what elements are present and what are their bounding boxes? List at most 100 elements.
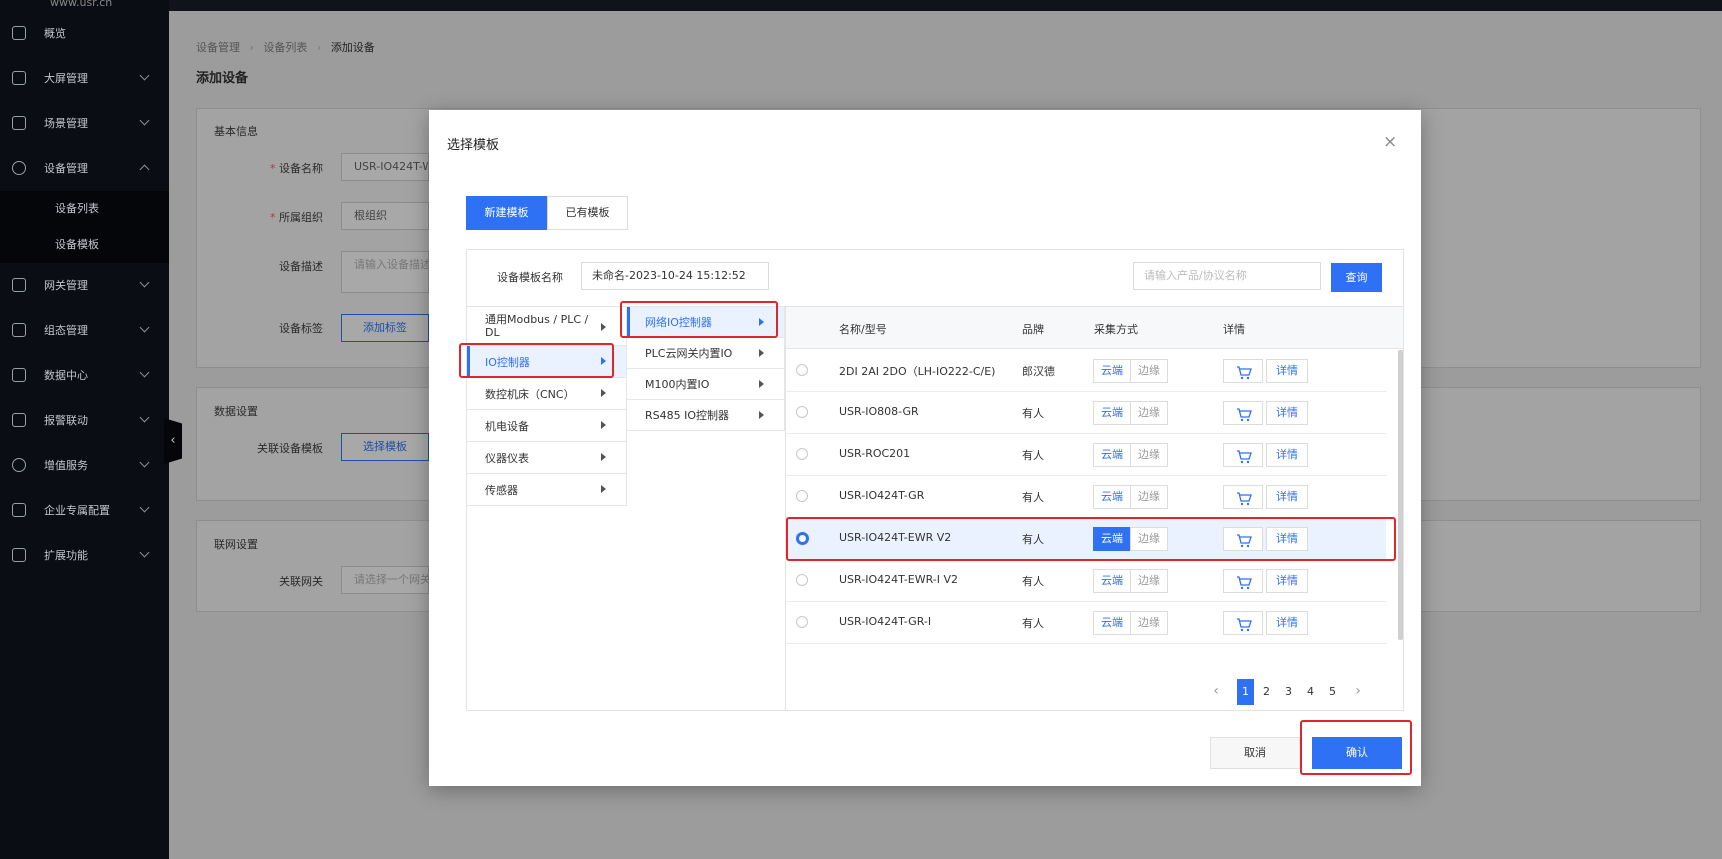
cloud-option[interactable]: 云端 [1093, 485, 1131, 509]
breadcrumb: 设备管理 › 设备列表 › 添加设备 [196, 39, 375, 55]
next-page-button[interactable]: › [1350, 679, 1366, 705]
category-item[interactable]: 通用Modbus / PLC / DL [467, 307, 627, 346]
sidebar-item-label: 数据中心 [44, 369, 88, 382]
table-row[interactable]: USR-IO424T-GR 有人 云端 边缘 详情 [786, 476, 1386, 518]
edge-option[interactable]: 边缘 [1130, 569, 1168, 593]
detail-button[interactable]: 详情 [1266, 443, 1308, 467]
page-button[interactable]: 3 [1280, 679, 1297, 705]
subcategory-item[interactable]: M100内置IO [627, 369, 785, 400]
breadcrumb-separator: › [249, 41, 254, 54]
table-row[interactable]: 2DI 2AI 2DO（LH-IO222-C/E) 郎汉德 云端 边缘 详情 [786, 350, 1386, 392]
cart-button[interactable] [1223, 443, 1263, 467]
cart-button[interactable] [1223, 611, 1263, 635]
tab-new-template[interactable]: 新建模板 [466, 196, 547, 230]
category-item[interactable]: 机电设备 [467, 410, 627, 442]
cart-button[interactable] [1223, 359, 1263, 383]
cloud-option[interactable]: 云端 [1093, 611, 1131, 635]
cloud-option[interactable]: 云端 [1093, 359, 1131, 383]
section-title: 数据设置 [214, 405, 258, 418]
table-scrollbar[interactable] [1398, 350, 1403, 640]
sidebar-item-label: 扩展功能 [44, 549, 88, 562]
sidebar-subitem-device-list[interactable]: 设备列表 [0, 191, 169, 227]
cart-button[interactable] [1223, 569, 1263, 593]
device-desc-textarea[interactable]: 请输入设备描述 [341, 251, 429, 293]
desc-label: 设备描述 [279, 260, 323, 273]
category-item[interactable]: 传感器 [467, 474, 627, 506]
sidebar-collapse-toggle[interactable]: ‹ [164, 418, 182, 464]
overview-icon [12, 26, 26, 40]
tab-existing-template[interactable]: 已有模板 [547, 196, 628, 230]
sidebar-item-gateway[interactable]: 网关管理 [0, 263, 169, 307]
cart-button[interactable] [1223, 401, 1263, 425]
required-mark: * [270, 211, 276, 224]
sidebar-item-configuration[interactable]: 组态管理 [0, 308, 169, 352]
sidebar-item-value-added[interactable]: 增值服务 [0, 443, 169, 487]
edge-option[interactable]: 边缘 [1130, 401, 1168, 425]
tag-label: 设备标签 [279, 322, 323, 335]
table-row[interactable]: USR-IO424T-GR-I 有人 云端 边缘 详情 [786, 602, 1386, 644]
row-radio[interactable] [796, 574, 808, 586]
sidebar-item-device[interactable]: 设备管理 [0, 146, 169, 190]
select-template-button[interactable]: 选择模板 [341, 433, 429, 461]
sidebar-item-scene[interactable]: 场景管理 [0, 101, 169, 145]
sidebar-item-label: 增值服务 [44, 459, 88, 472]
sidebar-item-enterprise[interactable]: 企业专属配置 [0, 488, 169, 532]
close-icon[interactable]: × [1383, 132, 1397, 152]
column-header-name: 名称/型号 [839, 323, 887, 336]
add-tag-button[interactable]: 添加标签 [341, 314, 429, 342]
detail-button[interactable]: 详情 [1266, 611, 1308, 635]
edge-option[interactable]: 边缘 [1130, 359, 1168, 383]
sidebar-subitem-device-template[interactable]: 设备模板 [0, 227, 169, 263]
sidebar-item-data-center[interactable]: 数据中心 [0, 353, 169, 397]
subcategory-label: M100内置IO [645, 378, 710, 391]
sidebar-item-screen[interactable]: 大屏管理 [0, 56, 169, 100]
gateway-select[interactable]: 请选择一个网关 [341, 566, 429, 594]
edge-option[interactable]: 边缘 [1130, 611, 1168, 635]
coin-icon [12, 458, 26, 472]
detail-button[interactable]: 详情 [1266, 359, 1308, 383]
edge-option[interactable]: 边缘 [1130, 485, 1168, 509]
template-name-input[interactable]: 未命名-2023-10-24 15:12:52 [581, 262, 769, 290]
category-item[interactable]: 仪器仪表 [467, 442, 627, 474]
cloud-option[interactable]: 云端 [1093, 401, 1131, 425]
cloud-option[interactable]: 云端 [1093, 443, 1131, 467]
breadcrumb-item[interactable]: 设备列表 [263, 41, 307, 54]
org-select[interactable]: 根组织 [341, 202, 429, 230]
row-brand: 有人 [1022, 407, 1044, 420]
row-brand: 郎汉德 [1022, 365, 1055, 378]
table-row[interactable]: USR-IO424T-EWR-I V2 有人 云端 边缘 详情 [786, 560, 1386, 602]
detail-button[interactable]: 详情 [1266, 569, 1308, 593]
chevron-down-icon [139, 547, 150, 558]
sidebar-item-alarm[interactable]: 报警联动 [0, 398, 169, 442]
subcategory-item[interactable]: RS485 IO控制器 [627, 400, 785, 431]
breadcrumb-item[interactable]: 设备管理 [196, 41, 240, 54]
row-radio[interactable] [796, 616, 808, 628]
sidebar-item-extensions[interactable]: 扩展功能 [0, 533, 169, 577]
search-input[interactable]: 请输入产品/协议名称 [1133, 262, 1321, 290]
cancel-button[interactable]: 取消 [1210, 737, 1300, 769]
cart-button[interactable] [1223, 485, 1263, 509]
row-radio[interactable] [796, 490, 808, 502]
page-button[interactable]: 2 [1258, 679, 1275, 705]
edge-option[interactable]: 边缘 [1130, 443, 1168, 467]
device-name-input[interactable]: USR-IO424T-W [341, 153, 429, 181]
prev-page-button[interactable]: ‹ [1208, 679, 1224, 705]
category-item[interactable]: 数控机床（CNC） [467, 378, 627, 410]
category-label: 通用Modbus / PLC / DL [485, 313, 589, 339]
row-radio[interactable] [796, 406, 808, 418]
row-radio[interactable] [796, 448, 808, 460]
page-button[interactable]: 4 [1302, 679, 1319, 705]
subcategory-item[interactable]: PLC云网关内置IO [627, 338, 785, 369]
page-button-current[interactable]: 1 [1237, 679, 1254, 705]
detail-button[interactable]: 详情 [1266, 485, 1308, 509]
page-button[interactable]: 5 [1324, 679, 1341, 705]
highlight-box [786, 517, 1396, 561]
detail-button[interactable]: 详情 [1266, 401, 1308, 425]
table-row[interactable]: USR-ROC201 有人 云端 边缘 详情 [786, 434, 1386, 476]
chevron-down-icon [139, 502, 150, 513]
table-row[interactable]: USR-IO808-GR 有人 云端 边缘 详情 [786, 392, 1386, 434]
sidebar-item-overview[interactable]: 概览 [0, 11, 169, 55]
search-button[interactable]: 查询 [1331, 263, 1382, 292]
row-radio[interactable] [796, 364, 808, 376]
cloud-option[interactable]: 云端 [1093, 569, 1131, 593]
